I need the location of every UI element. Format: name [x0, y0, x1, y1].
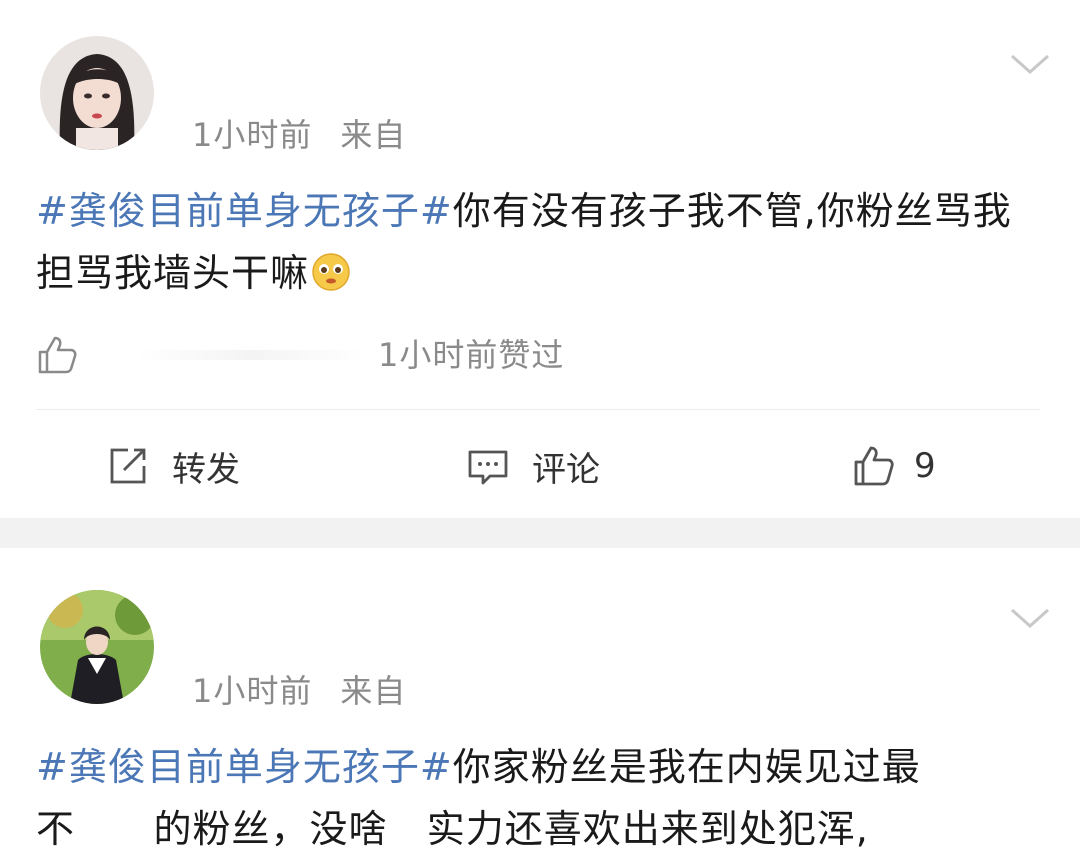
repost-icon: [110, 448, 146, 484]
post-content: #龚俊目前单身无孩子#你家粉丝是我在内娱见过最 不 的粉丝，没啥 实力还喜欢出来…: [36, 736, 1046, 860]
post-meta: 1小时前 来自: [192, 666, 406, 712]
comment-label: 评论: [532, 449, 600, 490]
post-separator: [0, 518, 1080, 548]
post-text-line1: 你家粉丝是我在内娱见过最: [452, 745, 921, 789]
post-meta: 1小时前 来自: [192, 110, 406, 156]
pleading-face-icon: [312, 253, 350, 291]
repost-label: 转发: [172, 449, 240, 490]
comment-icon: [468, 450, 508, 485]
post-time: 1小时前: [192, 116, 313, 154]
like-count: 9: [914, 446, 936, 486]
like-button[interactable]: 9: [852, 436, 936, 496]
action-bar: 转发 评论 9: [0, 436, 1080, 496]
chevron-down-icon[interactable]: [1008, 50, 1052, 78]
thumb-up-icon: [38, 336, 77, 374]
post-source: 来自: [340, 672, 407, 710]
post-content: #龚俊目前单身无孩子#你有没有孩子我不管,你粉丝骂我担骂我墙头干嘛: [36, 180, 1046, 304]
post-time: 1小时前: [192, 672, 313, 710]
weibo-post: 1小时前 来自 #龚俊目前单身无孩子#你家粉丝是我在内娱见过最 不 的粉丝，没啥 …: [0, 548, 1080, 858]
weibo-post: 1小时前 来自 #龚俊目前单身无孩子#你有没有孩子我不管,你粉丝骂我担骂我墙头干嘛…: [0, 0, 1080, 518]
blurred-username: [136, 350, 366, 360]
avatar[interactable]: [40, 590, 154, 704]
topic-link[interactable]: #龚俊目前单身无孩子#: [36, 189, 453, 233]
avatar[interactable]: [40, 36, 154, 150]
post-source: 来自: [340, 116, 407, 154]
liked-info-row: 1小时前赞过: [36, 330, 1036, 380]
repost-button[interactable]: 转发: [106, 436, 240, 496]
chevron-down-icon[interactable]: [1008, 604, 1052, 632]
liked-time: 1小时前赞过: [378, 336, 565, 374]
topic-link[interactable]: #龚俊目前单身无孩子#: [36, 745, 453, 789]
divider: [36, 409, 1040, 410]
like-icon: [854, 446, 894, 486]
post-text-line2: 不 的粉丝，没啥 实力还喜欢出来到处犯浑,: [36, 807, 869, 851]
comment-button[interactable]: 评论: [466, 436, 600, 496]
